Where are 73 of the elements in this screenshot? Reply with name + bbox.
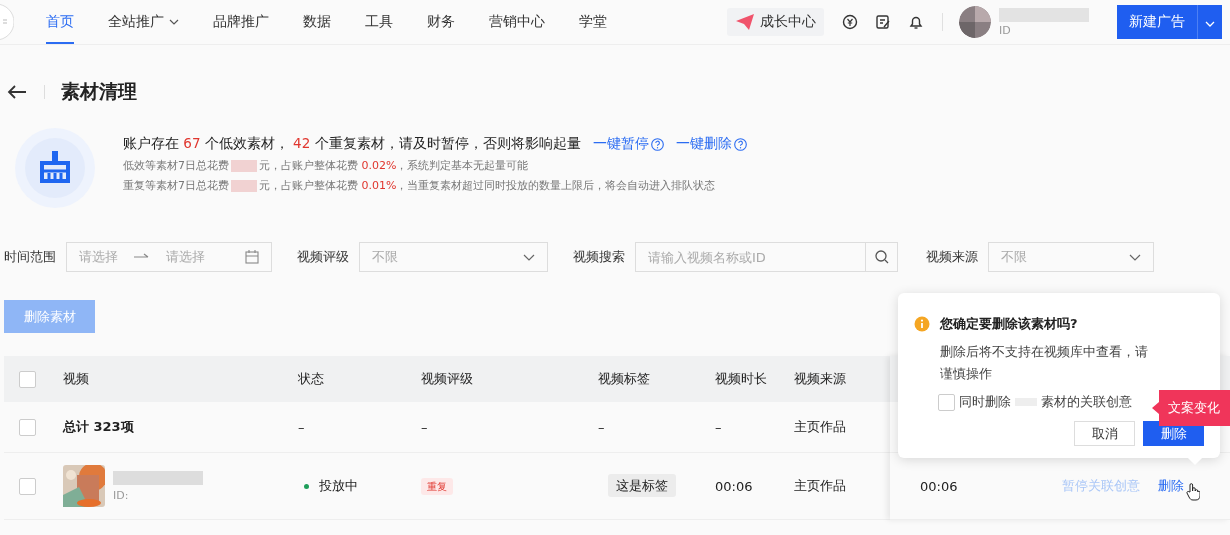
table-cell-text: 00:06	[714, 478, 754, 494]
video-tag: 这是标签	[608, 474, 676, 497]
popover-message: 删除后将不支持在视频库中查看，请谨慎操作	[940, 343, 1149, 383]
summary-detail: 重复等素材7日总花费	[123, 178, 229, 193]
nav-tab[interactable]: 全站推广	[108, 0, 179, 44]
avatar-icon[interactable]	[959, 6, 991, 38]
summary-detail: 元，占账户整体花费 0.01%，当重复素材超过同时投放的数量上限后，将会自动进入排队状态	[259, 178, 716, 193]
broom-icon	[14, 127, 96, 209]
checkbox[interactable]	[938, 393, 955, 411]
help-icon	[733, 137, 747, 151]
checkbox[interactable]	[19, 418, 36, 436]
checkbox-label: 素材的关联创意	[1041, 393, 1132, 411]
blurred-text	[231, 159, 257, 172]
search-button[interactable]	[866, 242, 898, 272]
video-id: ID:	[113, 488, 130, 502]
arrow-right-icon	[134, 253, 150, 261]
info-icon	[914, 316, 930, 332]
checkbox[interactable]	[19, 477, 36, 495]
nav-tab[interactable]: 工具	[365, 0, 393, 44]
nav-tab[interactable]: 学堂	[579, 0, 607, 44]
action-link[interactable]: 删除	[1158, 477, 1184, 495]
table-cell-text: 总计 323项	[61, 418, 135, 436]
action-link[interactable]: 一键暂停	[592, 135, 664, 153]
back-arrow-icon[interactable]	[7, 85, 27, 99]
popover-title: 您确定要删除该素材吗?	[940, 315, 1078, 333]
filter-label: 时间范围	[4, 248, 56, 266]
chevron-down-icon	[1205, 20, 1215, 27]
filter-label: 视频评级	[297, 248, 349, 266]
tooltip: 文案变化	[1152, 390, 1230, 426]
chevron-down-icon	[523, 253, 535, 261]
table-cell-text: 主页作品	[794, 477, 847, 495]
cancel-button[interactable]: 取消	[1074, 421, 1135, 446]
table-cell-text: 主页作品	[794, 418, 847, 436]
help-icon	[650, 137, 664, 151]
search-field[interactable]: 请输入视频名称或ID	[635, 242, 866, 272]
chevron-down-icon	[1129, 253, 1141, 261]
status-text: 投放中	[319, 477, 358, 495]
nav-tab[interactable]: 数据	[303, 0, 331, 44]
blurred-text	[231, 179, 257, 192]
column-header: 视频	[62, 370, 90, 388]
bell-icon[interactable]	[908, 14, 924, 30]
summary-text: 账户存在 67 个低效素材， 42 个重复素材，请及时暂停，否则将影响起量	[123, 135, 581, 153]
growth-center-button[interactable]: 成长中心	[727, 8, 824, 36]
table-cell-text: –	[598, 419, 606, 435]
column-header: 视频时长	[714, 370, 768, 388]
table-cell-text: –	[298, 419, 306, 435]
account-id-label: ID	[999, 23, 1012, 37]
hand-cursor-icon	[1186, 483, 1200, 501]
nav-tab[interactable]: 品牌推广	[213, 0, 269, 44]
nav-tab[interactable]: 营销中心	[489, 0, 545, 44]
nav-tab[interactable]: 财务	[427, 0, 455, 44]
table-cell-text: –	[714, 419, 723, 435]
summary-detail: 元，占账户整体花费 0.02%，系统判定基本无起量可能	[259, 158, 529, 173]
yuan-coin-icon[interactable]	[842, 14, 858, 30]
table-cell-text: 00:06	[919, 478, 959, 494]
summary-detail: 低效等素材7日总花费	[123, 158, 229, 173]
table-cell-text: –	[421, 419, 429, 435]
column-header: 视频标签	[598, 370, 651, 388]
rating-tag: 重复	[421, 478, 453, 495]
search-icon	[874, 250, 889, 264]
action-link[interactable]: 一键删除	[675, 135, 747, 153]
column-header: 视频来源	[794, 370, 847, 388]
nav-tab[interactable]: 首页	[46, 0, 74, 44]
filter-label: 视频来源	[926, 248, 978, 266]
calendar-icon	[245, 250, 259, 264]
checkbox[interactable]	[19, 370, 36, 388]
checkbox-label: 同时删除	[959, 393, 1011, 411]
column-header: 状态	[298, 370, 325, 388]
page-title: 素材清理	[61, 79, 137, 104]
column-header: 视频评级	[421, 370, 474, 388]
paper-plane-icon	[735, 13, 755, 31]
filter-label: 视频搜索	[573, 248, 625, 266]
edit-icon[interactable]	[875, 14, 891, 30]
